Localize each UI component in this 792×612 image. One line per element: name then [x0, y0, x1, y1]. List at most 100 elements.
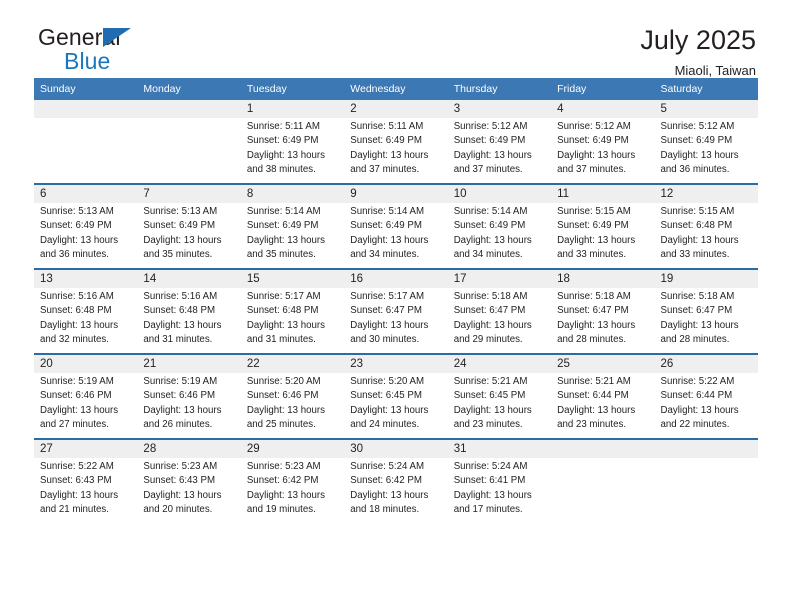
- day-number[interactable]: 21: [137, 353, 241, 373]
- day-number[interactable]: 25: [551, 353, 655, 373]
- daylight-text: Daylight: 13 hours and 21 minutes.: [40, 489, 119, 515]
- day-number[interactable]: 23: [344, 353, 448, 373]
- day-cell[interactable]: Sunrise: 5:13 AM Sunset: 6:49 PM Daylight:…: [34, 203, 138, 269]
- day-number[interactable]: 29: [240, 438, 345, 458]
- day-cell[interactable]: Sunrise: 5:18 AM Sunset: 6:47 PM Daylight:…: [551, 288, 655, 354]
- day-number[interactable]: 26: [654, 353, 758, 373]
- sunset-text: Sunset: 6:49 PM: [660, 135, 733, 147]
- day-number[interactable]: 8: [240, 183, 345, 203]
- sunset-text: Sunset: 6:43 PM: [143, 475, 216, 487]
- daylight-text: Daylight: 13 hours and 23 minutes.: [557, 404, 636, 430]
- sunrise-text: Sunrise: 5:24 AM: [453, 461, 528, 472]
- sunset-text: Sunset: 6:49 PM: [557, 135, 629, 147]
- day-cell[interactable]: Sunrise: 5:17 AM Sunset: 6:48 PM Daylight:…: [240, 288, 345, 354]
- day-cell[interactable]: Sunrise: 5:21 AM Sunset: 6:45 PM Daylight:…: [447, 373, 552, 439]
- daylight-text: Daylight: 13 hours and 18 minutes.: [350, 489, 429, 515]
- sunset-text: Sunset: 6:46 PM: [143, 390, 216, 402]
- day-number[interactable]: 2: [344, 100, 448, 118]
- day-cell[interactable]: Sunrise: 5:17 AM Sunset: 6:47 PM Daylight:…: [344, 288, 448, 354]
- calendar-header: Sunday Monday Tuesday Wednesday Thursday…: [34, 78, 758, 100]
- day-cell[interactable]: Sunrise: 5:14 AM Sunset: 6:49 PM Daylight:…: [447, 203, 552, 269]
- daylight-text: Daylight: 13 hours and 37 minutes.: [557, 149, 636, 175]
- day-cell[interactable]: Sunrise: 5:15 AM Sunset: 6:49 PM Daylight:…: [551, 203, 655, 269]
- day-number[interactable]: 15: [240, 268, 345, 288]
- day-cell[interactable]: Sunrise: 5:11 AM Sunset: 6:49 PM Daylight:…: [240, 118, 345, 184]
- weekday-header-saturday: Saturday: [654, 78, 758, 100]
- day-number-empty: [551, 438, 655, 458]
- day-cell[interactable]: Sunrise: 5:18 AM Sunset: 6:47 PM Daylight:…: [447, 288, 552, 354]
- day-cell[interactable]: Sunrise: 5:20 AM Sunset: 6:46 PM Daylight:…: [240, 373, 345, 439]
- day-number[interactable]: 10: [447, 183, 552, 203]
- week-detail-row: Sunrise: 5:19 AM Sunset: 6:46 PM Daylight:…: [34, 373, 758, 439]
- day-cell[interactable]: Sunrise: 5:24 AM Sunset: 6:42 PM Daylight:…: [344, 458, 448, 523]
- day-number[interactable]: 17: [447, 268, 552, 288]
- daylight-text: Daylight: 13 hours and 36 minutes.: [660, 149, 739, 175]
- day-number[interactable]: 12: [654, 183, 758, 203]
- day-number-empty: [654, 438, 758, 458]
- page-header: General Blue July 2025 Miaoli, Taiwan: [34, 0, 758, 79]
- day-cell[interactable]: Sunrise: 5:22 AM Sunset: 6:43 PM Daylight:…: [34, 458, 138, 523]
- day-cell-empty: [34, 118, 138, 184]
- day-number[interactable]: 1: [240, 100, 345, 118]
- day-number[interactable]: 5: [654, 100, 758, 118]
- day-cell[interactable]: Sunrise: 5:16 AM Sunset: 6:48 PM Daylight:…: [137, 288, 241, 354]
- day-number[interactable]: 6: [34, 183, 138, 203]
- daylight-text: Daylight: 13 hours and 25 minutes.: [246, 404, 325, 430]
- title-block: July 2025 Miaoli, Taiwan: [640, 26, 758, 79]
- day-number[interactable]: 31: [447, 438, 552, 458]
- day-number[interactable]: 30: [344, 438, 448, 458]
- day-number[interactable]: 9: [344, 183, 448, 203]
- day-cell[interactable]: Sunrise: 5:22 AM Sunset: 6:44 PM Daylight:…: [654, 373, 758, 439]
- day-cell[interactable]: Sunrise: 5:13 AM Sunset: 6:49 PM Daylight:…: [137, 203, 241, 269]
- day-cell[interactable]: Sunrise: 5:23 AM Sunset: 6:42 PM Daylight:…: [240, 458, 345, 523]
- daylight-text: Daylight: 13 hours and 35 minutes.: [143, 234, 222, 260]
- day-number[interactable]: 24: [447, 353, 552, 373]
- day-cell[interactable]: Sunrise: 5:21 AM Sunset: 6:44 PM Daylight:…: [551, 373, 655, 439]
- day-cell[interactable]: Sunrise: 5:12 AM Sunset: 6:49 PM Daylight:…: [447, 118, 552, 184]
- day-cell[interactable]: Sunrise: 5:20 AM Sunset: 6:45 PM Daylight:…: [344, 373, 448, 439]
- sunrise-text: Sunrise: 5:12 AM: [453, 121, 528, 132]
- daylight-text: Daylight: 13 hours and 20 minutes.: [143, 489, 222, 515]
- sunset-text: Sunset: 6:48 PM: [660, 220, 733, 232]
- day-number[interactable]: 14: [137, 268, 241, 288]
- sunrise-text: Sunrise: 5:22 AM: [660, 376, 735, 387]
- sunset-text: Sunset: 6:48 PM: [246, 305, 319, 317]
- day-number[interactable]: 19: [654, 268, 758, 288]
- sunrise-text: Sunrise: 5:19 AM: [40, 376, 114, 387]
- day-cell[interactable]: Sunrise: 5:18 AM Sunset: 6:47 PM Daylight:…: [654, 288, 758, 354]
- sunset-text: Sunset: 6:42 PM: [350, 475, 422, 487]
- sunset-text: Sunset: 6:45 PM: [350, 390, 422, 402]
- day-cell[interactable]: Sunrise: 5:19 AM Sunset: 6:46 PM Daylight:…: [137, 373, 241, 439]
- day-number[interactable]: 16: [344, 268, 448, 288]
- day-cell[interactable]: Sunrise: 5:15 AM Sunset: 6:48 PM Daylight:…: [654, 203, 758, 269]
- day-cell[interactable]: Sunrise: 5:11 AM Sunset: 6:49 PM Daylight:…: [344, 118, 448, 184]
- day-number[interactable]: 7: [137, 183, 241, 203]
- sunrise-text: Sunrise: 5:17 AM: [350, 291, 425, 302]
- day-number[interactable]: 28: [137, 438, 241, 458]
- day-number[interactable]: 27: [34, 438, 138, 458]
- sunrise-text: Sunrise: 5:22 AM: [40, 461, 114, 472]
- day-number[interactable]: 20: [34, 353, 138, 373]
- sunrise-text: Sunrise: 5:14 AM: [453, 206, 528, 217]
- sunset-text: Sunset: 6:41 PM: [453, 475, 526, 487]
- daylight-text: Daylight: 13 hours and 33 minutes.: [557, 234, 636, 260]
- day-cell[interactable]: Sunrise: 5:23 AM Sunset: 6:43 PM Daylight:…: [137, 458, 241, 523]
- calendar-page: General Blue July 2025 Miaoli, Taiwan Su…: [0, 0, 792, 612]
- sunset-text: Sunset: 6:49 PM: [40, 220, 112, 232]
- sunrise-text: Sunrise: 5:18 AM: [557, 291, 631, 302]
- day-cell[interactable]: Sunrise: 5:16 AM Sunset: 6:48 PM Daylight:…: [34, 288, 138, 354]
- day-cell[interactable]: Sunrise: 5:14 AM Sunset: 6:49 PM Daylight:…: [344, 203, 448, 269]
- day-cell[interactable]: Sunrise: 5:12 AM Sunset: 6:49 PM Daylight:…: [551, 118, 655, 184]
- day-cell[interactable]: Sunrise: 5:12 AM Sunset: 6:49 PM Daylight:…: [654, 118, 758, 184]
- day-number[interactable]: 18: [551, 268, 655, 288]
- day-number[interactable]: 3: [447, 100, 552, 118]
- day-number[interactable]: 22: [240, 353, 345, 373]
- daylight-text: Daylight: 13 hours and 24 minutes.: [350, 404, 429, 430]
- day-number[interactable]: 13: [34, 268, 138, 288]
- day-number[interactable]: 4: [551, 100, 655, 118]
- day-cell[interactable]: Sunrise: 5:14 AM Sunset: 6:49 PM Daylight:…: [240, 203, 345, 269]
- sunrise-text: Sunrise: 5:11 AM: [246, 121, 320, 132]
- day-number[interactable]: 11: [551, 183, 655, 203]
- day-cell[interactable]: Sunrise: 5:24 AM Sunset: 6:41 PM Daylight:…: [447, 458, 552, 523]
- day-cell[interactable]: Sunrise: 5:19 AM Sunset: 6:46 PM Daylight:…: [34, 373, 138, 439]
